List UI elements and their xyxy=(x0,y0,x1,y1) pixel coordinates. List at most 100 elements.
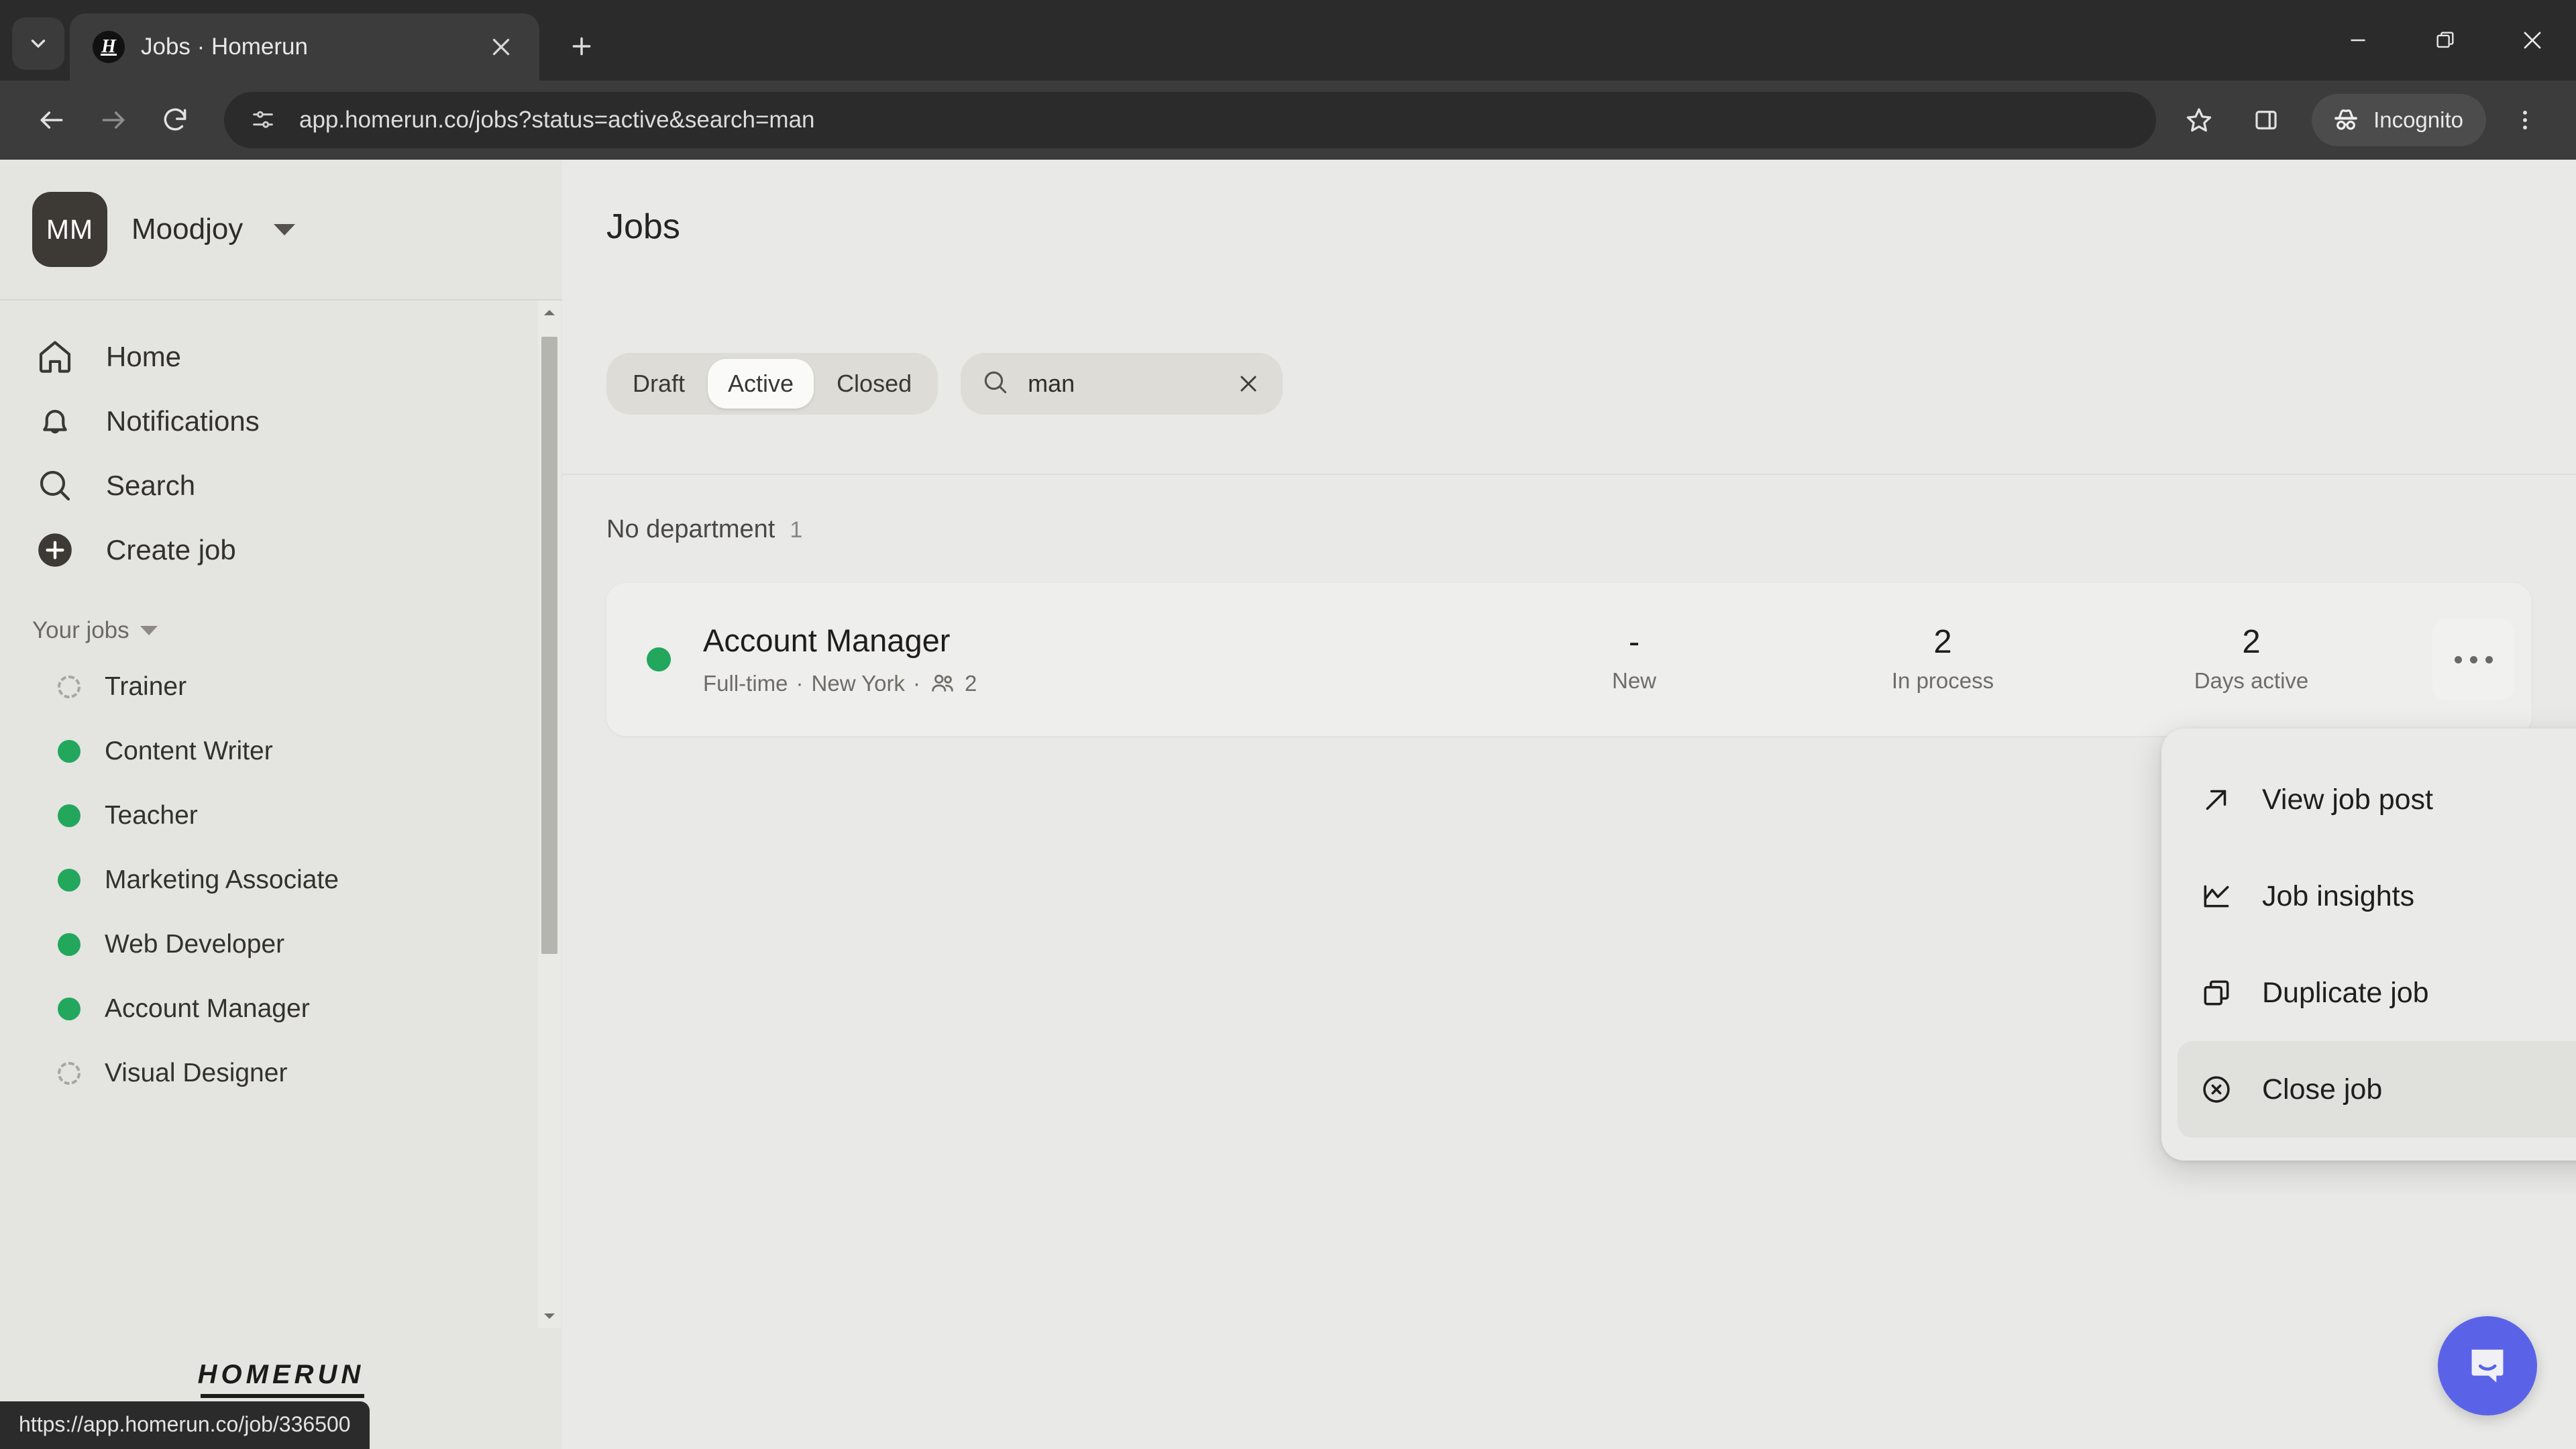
sidebar-item-home[interactable]: Home xyxy=(32,325,562,389)
org-name: Moodjoy xyxy=(131,213,244,246)
arrow-left-icon xyxy=(40,111,63,129)
status-dot-active xyxy=(58,933,80,956)
org-switcher[interactable]: MM Moodjoy xyxy=(0,160,562,301)
status-dot-active xyxy=(58,804,80,827)
scroll-down-button[interactable] xyxy=(543,1304,556,1328)
side-panel-button[interactable] xyxy=(2239,93,2293,147)
new-tab-button[interactable] xyxy=(557,21,606,71)
stat-value: 2 xyxy=(1933,623,1952,660)
tab-search-button[interactable] xyxy=(12,17,64,70)
minimize-button[interactable] xyxy=(2314,0,2402,80)
filter-label: Closed xyxy=(837,370,912,397)
your-jobs-label: Your jobs xyxy=(32,617,129,643)
menu-item-view-job-post[interactable]: View job post xyxy=(2178,751,2576,848)
scrollbar-track[interactable] xyxy=(538,325,561,1304)
stat-value: 2 xyxy=(2242,623,2261,660)
sidebar-job-account-manager[interactable]: Account Manager xyxy=(0,977,562,1041)
sidebar-job-visual-designer[interactable]: Visual Designer xyxy=(0,1041,562,1106)
filter-tab-closed[interactable]: Closed xyxy=(816,359,932,409)
sidebar-scrollbar[interactable] xyxy=(538,301,561,1328)
minimize-icon xyxy=(2351,39,2365,42)
browser-toolbar: app.homerun.co/jobs?status=active&search… xyxy=(0,80,2576,160)
circle-x-icon xyxy=(2198,1071,2235,1108)
chevron-down-icon xyxy=(544,1313,555,1319)
search-icon xyxy=(981,368,1010,400)
browser-tab[interactable]: H Jobs · Homerun xyxy=(70,13,539,80)
department-name: No department xyxy=(606,515,775,543)
scroll-up-button[interactable] xyxy=(543,301,556,325)
tab-strip: H Jobs · Homerun xyxy=(0,0,2576,80)
chat-bubble-icon xyxy=(2471,1349,2504,1383)
reload-button[interactable] xyxy=(146,91,204,149)
job-location: New York xyxy=(811,670,905,696)
browser-menu-button[interactable] xyxy=(2497,92,2553,148)
plus-icon xyxy=(572,37,591,56)
job-row[interactable]: Account Manager Full-time · New York · 2… xyxy=(606,583,2532,736)
chevron-down-icon xyxy=(140,626,158,635)
status-dot-active xyxy=(647,647,671,672)
search-icon xyxy=(32,463,78,508)
job-stat-new: - New xyxy=(1480,625,1788,694)
close-icon xyxy=(492,38,510,56)
forward-button[interactable] xyxy=(85,91,142,149)
close-icon xyxy=(2524,32,2541,49)
menu-item-job-insights[interactable]: Job insights xyxy=(2178,848,2576,945)
menu-item-label: Job insights xyxy=(2262,879,2415,912)
intercom-launcher-button[interactable] xyxy=(2438,1316,2537,1415)
tab-close-button[interactable] xyxy=(480,26,522,68)
plus-circle-icon xyxy=(32,527,78,573)
three-dot-menu-icon xyxy=(2523,110,2527,130)
people-icon xyxy=(928,669,957,698)
browser-window: H Jobs · Homerun app.homerun.co/jobs?sta… xyxy=(0,0,2576,1449)
incognito-label: Incognito xyxy=(2373,107,2463,132)
search-input-value[interactable]: man xyxy=(1028,370,1212,398)
filter-label: Draft xyxy=(633,370,686,397)
site-info-button[interactable] xyxy=(244,101,282,139)
sidebar-job-web-developer[interactable]: Web Developer xyxy=(0,912,562,977)
incognito-icon xyxy=(2334,109,2357,130)
link-status-bar: https://app.homerun.co/job/336500 xyxy=(0,1401,370,1449)
sidebar-item-label: Home xyxy=(106,341,182,372)
dot xyxy=(2469,655,2477,663)
dot xyxy=(2454,655,2462,663)
sidebar-item-search[interactable]: Search xyxy=(32,453,562,518)
restore-icon xyxy=(2436,32,2454,48)
arrow-up-right-icon xyxy=(2198,781,2235,818)
menu-item-duplicate-job[interactable]: Duplicate job xyxy=(2178,945,2576,1041)
filter-label: Active xyxy=(728,370,794,397)
clear-search-button[interactable] xyxy=(1229,364,1268,403)
search-field[interactable]: man xyxy=(961,353,1283,415)
sidebar-job-trainer[interactable]: Trainer xyxy=(0,655,562,719)
maximize-button[interactable] xyxy=(2402,0,2489,80)
your-jobs-toggle[interactable]: Your jobs xyxy=(0,582,562,655)
menu-item-label: Duplicate job xyxy=(2262,976,2429,1009)
filter-tab-draft[interactable]: Draft xyxy=(612,359,705,409)
filter-tab-active[interactable]: Active xyxy=(708,359,814,409)
homerun-wordmark: HOMERUN xyxy=(198,1360,365,1398)
sidebar-item-create-job[interactable]: Create job xyxy=(32,518,562,582)
close-window-button[interactable] xyxy=(2489,0,2576,80)
line-chart-icon xyxy=(2198,877,2235,915)
bookmark-button[interactable] xyxy=(2172,93,2226,147)
chevron-up-icon xyxy=(544,310,555,315)
stat-label: Days active xyxy=(2194,667,2309,693)
incognito-indicator[interactable]: Incognito xyxy=(2312,94,2486,146)
job-more-actions-button[interactable] xyxy=(2432,619,2514,700)
address-bar[interactable]: app.homerun.co/jobs?status=active&search… xyxy=(224,92,2157,148)
menu-item-close-job[interactable]: Close job xyxy=(2178,1041,2576,1138)
chevron-down-icon xyxy=(31,40,46,48)
sidebar-job-teacher[interactable]: Teacher xyxy=(0,784,562,848)
status-dot-draft xyxy=(58,1062,80,1085)
stat-label: New xyxy=(1611,667,1657,693)
back-button[interactable] xyxy=(23,91,80,149)
sidebar-item-notifications[interactable]: Notifications xyxy=(32,389,562,453)
menu-item-label: View job post xyxy=(2262,783,2433,816)
status-filter-group: Draft Active Closed xyxy=(606,353,938,415)
sidebar-item-label: Create job xyxy=(106,534,236,566)
sidebar-job-content-writer[interactable]: Content Writer xyxy=(0,719,562,784)
star-icon xyxy=(2186,108,2212,132)
reload-icon xyxy=(164,108,186,131)
sidebar-job-marketing-associate[interactable]: Marketing Associate xyxy=(0,848,562,912)
sidebar-job-label: Visual Designer xyxy=(105,1059,288,1087)
scrollbar-thumb[interactable] xyxy=(541,337,557,954)
